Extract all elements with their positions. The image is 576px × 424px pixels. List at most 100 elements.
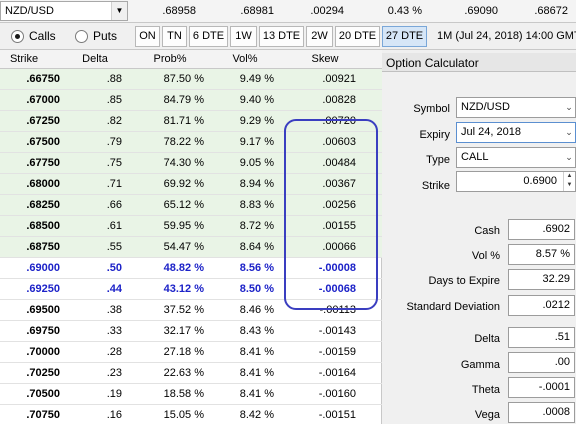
spinner-arrows-icon[interactable]: ▲ ▼ (563, 172, 575, 191)
table-row[interactable]: .70250 .23 22.63 % 8.41 % -.00164 (0, 363, 382, 384)
cell-delta: .75 (106, 157, 122, 169)
days-to-expire-label: Days to Expire (428, 275, 500, 287)
option-calculator-panel: Option Calculator Symbol NZD/USD ⌄ Expir… (382, 50, 576, 424)
cell-prob: 22.63 % (163, 367, 204, 379)
calls-radio-label: Calls (29, 29, 56, 43)
cell-skew: .00921 (322, 73, 356, 85)
table-row[interactable]: .70500 .19 18.58 % 8.41 % -.00160 (0, 384, 382, 405)
cell-strike: .67000 (26, 94, 60, 106)
cell-delta: .19 (106, 388, 122, 400)
expiry-button-6dte[interactable]: 6 DTE (189, 26, 228, 47)
cell-strike: .68500 (26, 220, 60, 232)
cell-delta: .16 (106, 409, 122, 421)
symbol-dropdown-value: NZD/USD (5, 5, 54, 17)
cell-strike: .70750 (26, 409, 60, 421)
chevron-down-icon[interactable]: ⌄ (563, 123, 575, 142)
column-header-skew[interactable]: Skew (295, 53, 355, 65)
expiry-label: 1M (Jul 24, 2018) 14:00 GMT (437, 30, 576, 42)
cell-strike: .68750 (26, 241, 60, 253)
calc-strike-stepper[interactable]: 0.6900 ▲ ▼ (456, 171, 576, 192)
table-row[interactable]: .67500 .79 78.22 % 9.17 % .00603 (0, 132, 382, 153)
vol-label: Vol % (471, 250, 500, 262)
cell-strike: .67750 (26, 157, 60, 169)
expiry-button-20dte[interactable]: 20 DTE (335, 26, 380, 47)
expiry-button-13dte[interactable]: 13 DTE (259, 26, 304, 47)
cell-skew: -.00160 (318, 388, 356, 400)
table-row[interactable]: .66750 .88 87.50 % 9.49 % .00921 (0, 69, 382, 90)
cell-vol: 9.17 % (239, 136, 274, 148)
calc-expiry-picker[interactable]: Jul 24, 2018 ⌄ (456, 122, 576, 143)
cell-strike: .70500 (26, 388, 60, 400)
cell-skew: .00720 (322, 115, 356, 127)
cell-strike: .67250 (26, 115, 60, 127)
column-header-delta[interactable]: Delta (70, 53, 120, 65)
puts-radio[interactable]: Puts (75, 29, 117, 43)
cell-prob: 27.18 % (163, 346, 204, 358)
expiry-button-27dte[interactable]: 27 DTE (382, 26, 427, 47)
cell-skew: .00155 (322, 220, 356, 232)
cell-strike: .66750 (26, 73, 60, 85)
cell-skew: .00484 (322, 157, 356, 169)
table-row[interactable]: .69000 .50 48.82 % 8.56 % -.00008 (0, 258, 382, 279)
cell-strike: .69000 (26, 262, 60, 274)
chevron-down-icon[interactable]: ▼ (111, 2, 127, 20)
table-row[interactable]: .67250 .82 81.71 % 9.29 % .00720 (0, 111, 382, 132)
cell-vol: 8.50 % (239, 283, 274, 295)
table-row[interactable]: .67000 .85 84.79 % 9.40 % .00828 (0, 90, 382, 111)
table-row[interactable]: .70000 .28 27.18 % 8.41 % -.00159 (0, 342, 382, 363)
vega-label: Vega (474, 409, 500, 421)
calc-gamma-field: .00 (508, 352, 575, 373)
cell-delta: .55 (106, 241, 122, 253)
table-row[interactable]: .70750 .16 15.05 % 8.42 % -.00151 (0, 405, 382, 424)
calc-symbol-select[interactable]: NZD/USD ⌄ (456, 97, 576, 118)
calc-vol-field[interactable]: 8.57 % (508, 244, 575, 265)
chevron-down-icon[interactable]: ⌄ (563, 98, 575, 117)
table-row[interactable]: .68000 .71 69.92 % 8.94 % .00367 (0, 174, 382, 195)
calc-vega-field: .0008 (508, 402, 575, 423)
cell-vol: 9.05 % (239, 157, 274, 169)
expiry-button-tn[interactable]: TN (162, 26, 187, 47)
table-row[interactable]: .68750 .55 54.47 % 8.64 % .00066 (0, 237, 382, 258)
cell-delta: .71 (106, 178, 122, 190)
cell-delta: .66 (106, 199, 122, 211)
column-header-vol[interactable]: Vol% (220, 53, 270, 65)
cell-skew: .00066 (322, 241, 356, 253)
column-header-strike[interactable]: Strike (4, 53, 44, 65)
cell-vol: 8.43 % (239, 325, 274, 337)
delta-label: Delta (474, 333, 500, 345)
cell-prob: 48.82 % (163, 262, 204, 274)
calc-type-select[interactable]: CALL ⌄ (456, 147, 576, 168)
expiry-button-1w[interactable]: 1W (230, 26, 257, 47)
cell-prob: 69.92 % (163, 178, 204, 190)
expiry-button-2w[interactable]: 2W (306, 26, 333, 47)
table-row[interactable]: .69250 .44 43.12 % 8.50 % -.00068 (0, 279, 382, 300)
chevron-down-icon[interactable]: ⌄ (563, 148, 575, 167)
quote-change: .00294 (310, 5, 344, 17)
table-row[interactable]: .69500 .38 37.52 % 8.46 % -.00113 (0, 300, 382, 321)
symbol-dropdown[interactable]: NZD/USD ▼ (0, 1, 128, 21)
expiry-button-on[interactable]: ON (135, 26, 160, 47)
cell-vol: 8.41 % (239, 388, 274, 400)
column-header-prob[interactable]: Prob% (140, 53, 200, 65)
calc-cash-field[interactable]: .6902 (508, 219, 575, 240)
calc-dte-value: 32.29 (542, 273, 570, 285)
cell-strike: .69250 (26, 283, 60, 295)
quote-ask: .68981 (240, 5, 274, 17)
expiry-field-label: Expiry (419, 129, 450, 141)
cell-vol: 8.83 % (239, 199, 274, 211)
table-row[interactable]: .67750 .75 74.30 % 9.05 % .00484 (0, 153, 382, 174)
cell-delta: .28 (106, 346, 122, 358)
table-row[interactable]: .68500 .61 59.95 % 8.72 % .00155 (0, 216, 382, 237)
calc-symbol-value: NZD/USD (461, 101, 510, 113)
table-row[interactable]: .68250 .66 65.12 % 8.83 % .00256 (0, 195, 382, 216)
cell-vol: 9.40 % (239, 94, 274, 106)
cell-vol: 8.42 % (239, 409, 274, 421)
cell-skew: -.00143 (318, 325, 356, 337)
radio-selected-icon (11, 29, 24, 43)
cell-vol: 9.29 % (239, 115, 274, 127)
calc-dte-field[interactable]: 32.29 (508, 269, 575, 290)
table-row[interactable]: .69750 .33 32.17 % 8.43 % -.00143 (0, 321, 382, 342)
radio-unselected-icon (75, 29, 88, 43)
calls-radio[interactable]: Calls (11, 29, 56, 43)
grid-header: Strike Delta Prob% Vol% Skew (0, 50, 382, 69)
